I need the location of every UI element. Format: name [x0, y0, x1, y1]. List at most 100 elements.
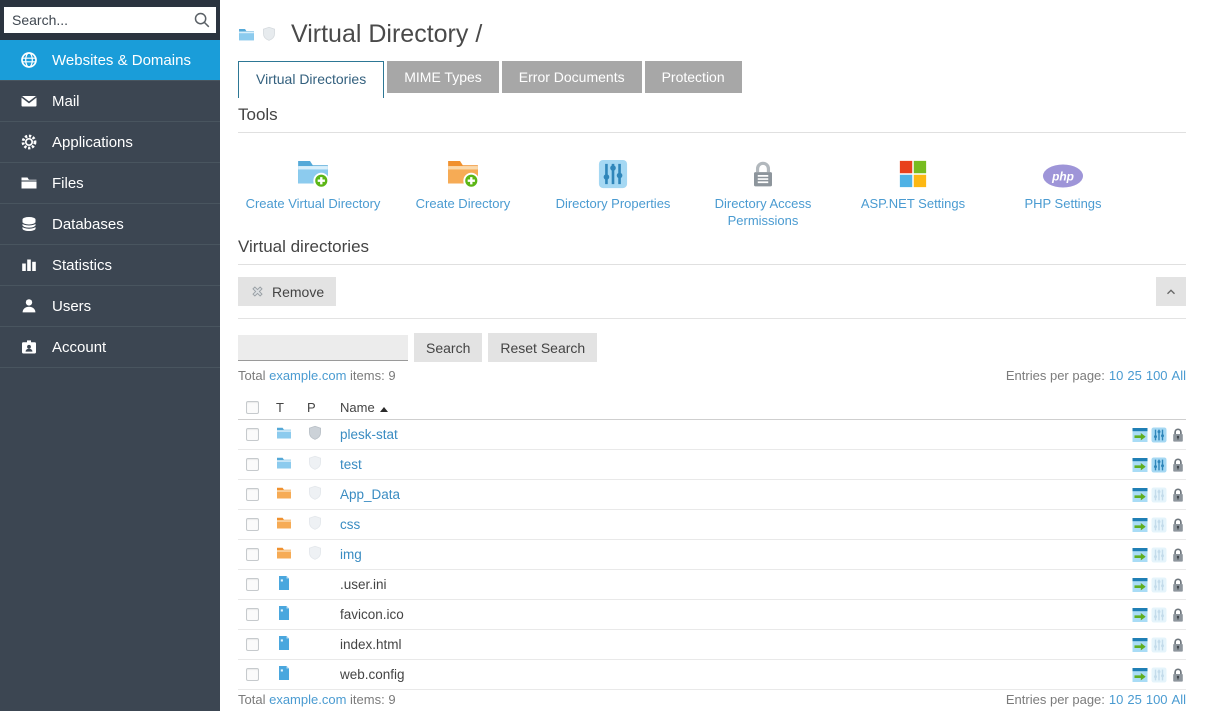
open-directory-icon[interactable]	[1132, 517, 1148, 533]
entries-option-all[interactable]: All	[1172, 368, 1186, 383]
row-name-link[interactable]: App_Data	[340, 487, 400, 502]
row-checkbox[interactable]	[246, 608, 259, 621]
entries-option-25[interactable]: 25	[1127, 692, 1141, 707]
select-all-checkbox[interactable]	[246, 401, 259, 414]
reset-search-button[interactable]: Reset Search	[488, 333, 597, 362]
domain-link[interactable]: example.com	[269, 368, 346, 383]
entries-option-100[interactable]: 100	[1146, 368, 1168, 383]
sidebar-item-statistics[interactable]: Statistics	[0, 245, 220, 286]
entries-option-100[interactable]: 100	[1146, 692, 1168, 707]
list-filter-input[interactable]	[238, 335, 408, 361]
entries-option-all[interactable]: All	[1172, 692, 1186, 707]
access-permissions-icon[interactable]	[1170, 487, 1186, 503]
list-search-button[interactable]: Search	[414, 333, 482, 362]
row-name-link[interactable]: img	[340, 547, 362, 562]
sidebar-item-databases[interactable]: Databases	[0, 204, 220, 245]
table-row: test	[238, 450, 1186, 480]
tab-protection[interactable]: Protection	[645, 61, 742, 93]
folder-icon	[276, 545, 292, 564]
row-checkbox[interactable]	[246, 518, 259, 531]
list-toolbar: Remove	[238, 265, 1186, 319]
row-checkbox[interactable]	[246, 458, 259, 471]
sidebar-item-account[interactable]: Account	[0, 327, 220, 368]
tab-error-documents[interactable]: Error Documents	[502, 61, 642, 93]
search-icon	[193, 11, 211, 29]
sidebar-item-label: Account	[52, 339, 106, 356]
tool-php-settings[interactable]: phpPHP Settings	[988, 143, 1138, 231]
row-protection-cell	[307, 425, 340, 444]
tool-directory-properties[interactable]: Directory Properties	[538, 143, 688, 231]
entries-option-25[interactable]: 25	[1127, 368, 1141, 383]
sidebar-item-mail[interactable]: Mail	[0, 81, 220, 122]
row-type-cell	[276, 515, 307, 534]
open-directory-icon[interactable]	[1132, 607, 1148, 623]
sidebar-item-applications[interactable]: Applications	[0, 122, 220, 163]
row-checkbox[interactable]	[246, 578, 259, 591]
domain-link[interactable]: example.com	[269, 692, 346, 707]
folder-icon	[276, 455, 292, 474]
access-permissions-icon[interactable]	[1170, 547, 1186, 563]
total-prefix: Total	[238, 692, 265, 707]
access-permissions-icon[interactable]	[1170, 607, 1186, 623]
tab-virtual-directories[interactable]: Virtual Directories	[238, 61, 384, 98]
tool-directory-access-permissions[interactable]: Directory Access Permissions	[688, 143, 838, 231]
tool-create-directory[interactable]: Create Directory	[388, 143, 538, 231]
row-name-link[interactable]: test	[340, 457, 362, 472]
row-name-link[interactable]: css	[340, 517, 360, 532]
database-icon	[20, 215, 38, 233]
remove-button[interactable]: Remove	[238, 277, 336, 306]
sidebar-item-files[interactable]: Files	[0, 163, 220, 204]
open-directory-icon[interactable]	[1132, 427, 1148, 443]
open-directory-icon[interactable]	[1132, 487, 1148, 503]
directory-properties-icon[interactable]	[1151, 427, 1167, 443]
access-permissions-icon[interactable]	[1170, 517, 1186, 533]
tool-asp-net-settings[interactable]: ASP.NET Settings	[838, 143, 988, 231]
page-header: Virtual Directory /	[238, 17, 1186, 51]
open-directory-icon[interactable]	[1132, 547, 1148, 563]
column-name-sort[interactable]: Name	[340, 400, 1186, 415]
entries-label: Entries per page:	[1006, 692, 1105, 707]
open-directory-icon[interactable]	[1132, 637, 1148, 653]
page-title: Virtual Directory /	[291, 20, 482, 49]
access-permissions-icon[interactable]	[1170, 457, 1186, 473]
entries-option-10[interactable]: 10	[1109, 692, 1123, 707]
chart-icon	[20, 256, 38, 274]
entries-per-page: Entries per page:1025100All	[1006, 368, 1186, 383]
row-name-link[interactable]: plesk-stat	[340, 427, 398, 442]
row-checkbox[interactable]	[246, 638, 259, 651]
folder-icon	[276, 425, 292, 444]
collapse-button[interactable]	[1156, 277, 1186, 306]
row-checkbox[interactable]	[246, 668, 259, 681]
open-directory-icon[interactable]	[1132, 577, 1148, 593]
directory-properties-icon	[1151, 667, 1167, 683]
file-icon	[276, 605, 292, 624]
directory-properties-icon[interactable]	[1151, 457, 1167, 473]
virtual-directories-heading: Virtual directories	[238, 237, 1186, 265]
tool-create-virtual-directory[interactable]: Create Virtual Directory	[238, 143, 388, 231]
total-items: Total example.com items: 9	[238, 368, 396, 383]
sidebar-item-websites-domains[interactable]: Websites & Domains	[0, 40, 220, 81]
list-meta-bottom: Total example.com items: 9 Entries per p…	[238, 692, 1186, 707]
open-directory-icon[interactable]	[1132, 457, 1148, 473]
sidebar-item-users[interactable]: Users	[0, 286, 220, 327]
file-icon	[276, 575, 292, 594]
row-checkbox[interactable]	[246, 548, 259, 561]
access-permissions-icon[interactable]	[1170, 667, 1186, 683]
access-permissions-icon[interactable]	[1170, 577, 1186, 593]
globe-icon	[20, 51, 38, 69]
tab-mime-types[interactable]: MIME Types	[387, 61, 499, 93]
shield-icon	[261, 26, 277, 42]
access-permissions-icon[interactable]	[1170, 637, 1186, 653]
entries-option-10[interactable]: 10	[1109, 368, 1123, 383]
shield-icon	[307, 545, 323, 564]
total-prefix: Total	[238, 368, 265, 383]
open-directory-icon[interactable]	[1132, 667, 1148, 683]
row-type-cell	[276, 605, 307, 624]
row-actions	[1132, 457, 1186, 473]
row-checkbox[interactable]	[246, 428, 259, 441]
search-input[interactable]	[4, 7, 216, 33]
table-row: App_Data	[238, 480, 1186, 510]
row-checkbox[interactable]	[246, 488, 259, 501]
folder-blue-plus-icon	[238, 143, 388, 189]
access-permissions-icon[interactable]	[1170, 427, 1186, 443]
